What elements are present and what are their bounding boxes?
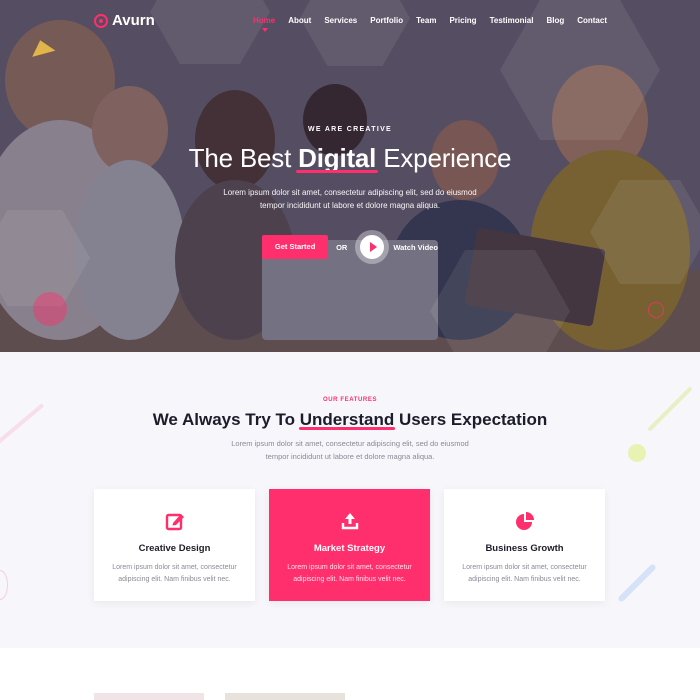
circle-decoration [33, 292, 67, 326]
play-button-inner [360, 235, 385, 259]
hero-description: Lorem ipsum dolor sit amet, consectetur … [223, 188, 477, 210]
feature-card-business-growth[interactable]: Business Growth Lorem ipsum dolor sit am… [444, 489, 605, 601]
features-eyebrow: OUR FEATURES [322, 397, 378, 403]
image-thumbnail [94, 693, 204, 700]
hero-title-start: The Best [188, 143, 299, 173]
hero-title-highlight: Digital [296, 143, 379, 173]
card-title: Business Growth [485, 543, 564, 554]
logo[interactable]: Avurn [94, 12, 155, 29]
hero-title-end: Experience [376, 143, 512, 173]
logo-name: Avurn [112, 12, 155, 29]
features-description-text: Lorem ipsum dolor sit amet, consectetur … [231, 439, 469, 461]
line-decoration [617, 563, 657, 603]
nav-item-blog[interactable]: Blog [546, 16, 564, 25]
hero-content: WE ARE CREATIVE The Best Digital Experie… [0, 126, 700, 264]
play-video-button[interactable] [355, 230, 390, 264]
or-label: OR [336, 242, 348, 252]
feature-cards: Creative Design Lorem ipsum dolor sit am… [94, 489, 605, 601]
features-section: OUR FEATURES We Always Try To Understand… [0, 352, 700, 648]
get-started-button[interactable]: Get Started [262, 235, 329, 259]
features-title-highlight: Understand [298, 410, 396, 430]
card-text: Lorem ipsum dolor sit amet, consectetur … [462, 564, 587, 583]
nav-item-about[interactable]: About [288, 16, 311, 25]
top-navigation: Avurn Home About Services Portfolio Team… [0, 0, 700, 44]
features-description: Lorem ipsum dolor sit amet, consectetur … [0, 437, 700, 463]
main-menu: Home About Services Portfolio Team Prici… [240, 16, 607, 32]
card-title: Market Strategy [313, 543, 386, 554]
hero-eyebrow: WE ARE CREATIVE [307, 126, 393, 133]
image-thumbnail [225, 693, 345, 700]
features-title-start: We Always Try To [152, 410, 300, 429]
play-icon [369, 242, 377, 252]
card-title: Creative Design [138, 543, 211, 554]
nav-item-contact[interactable]: Contact [577, 16, 607, 25]
feature-card-market-strategy[interactable]: Market Strategy Lorem ipsum dolor sit am… [269, 489, 430, 601]
card-text: Lorem ipsum dolor sit amet, consectetur … [287, 564, 412, 583]
feature-card-creative-design[interactable]: Creative Design Lorem ipsum dolor sit am… [94, 489, 255, 601]
nav-item-services[interactable]: Services [324, 16, 357, 25]
nav-item-testimonial[interactable]: Testimonial [490, 16, 534, 25]
upload-icon [340, 511, 360, 531]
edit-icon [165, 511, 185, 531]
hero-title: The Best Digital Experience [0, 143, 700, 174]
circle-decoration [0, 570, 8, 600]
features-title-end: Users Expectation [394, 410, 548, 429]
circle-decoration [648, 302, 664, 318]
watch-video-link[interactable]: Watch Video [393, 243, 438, 252]
logo-mark-icon [94, 13, 108, 28]
nav-item-home[interactable]: Home [253, 16, 275, 32]
card-text: Lorem ipsum dolor sit amet, consectetur … [112, 564, 237, 583]
nav-item-pricing[interactable]: Pricing [449, 16, 476, 25]
next-section [0, 648, 700, 700]
hero-section: Avurn Home About Services Portfolio Team… [0, 0, 700, 352]
pie-chart-icon [515, 511, 535, 531]
nav-item-portfolio[interactable]: Portfolio [370, 16, 403, 25]
features-title: We Always Try To Understand Users Expect… [0, 410, 700, 430]
nav-item-team[interactable]: Team [416, 16, 436, 25]
hero-actions: Get Started OR Watch Video [0, 230, 700, 264]
